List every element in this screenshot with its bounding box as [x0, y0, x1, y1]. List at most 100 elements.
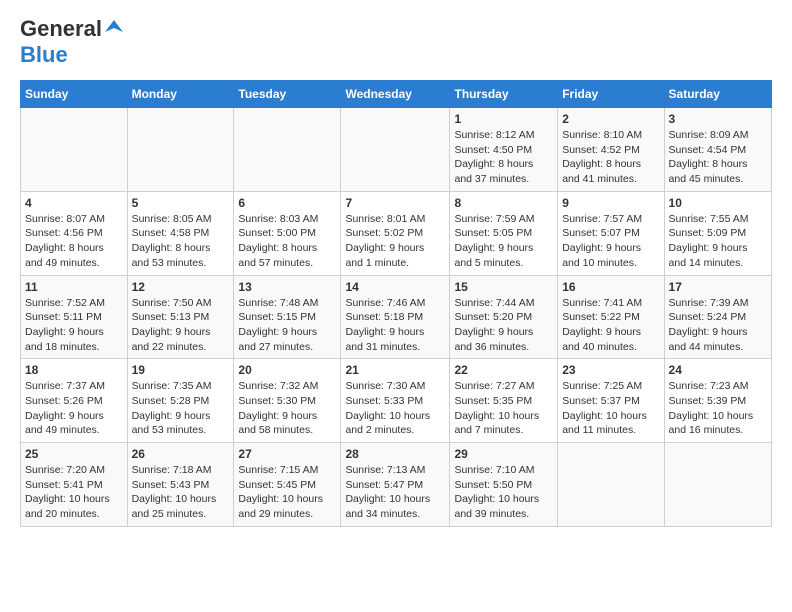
- calendar-cell: 20 Sunrise: 7:32 AM Sunset: 5:30 PM Dayli…: [234, 359, 341, 443]
- week-row-5: 25Sunrise: 7:20 AM Sunset: 5:41 PM Dayli…: [21, 443, 772, 527]
- day-number: 6: [238, 196, 336, 210]
- day-info: Sunrise: 7:50 AM Sunset: 5:13 PM Dayligh…: [132, 296, 230, 355]
- calendar-cell: 3 Sunrise: 8:09 AM Sunset: 4:54 PM Daylig…: [664, 108, 771, 192]
- day-number: 15: [454, 280, 553, 294]
- calendar-cell: 23 Sunrise: 7:25 AM Sunset: 5:37 PM Dayli…: [558, 359, 664, 443]
- day-number: 5: [132, 196, 230, 210]
- day-info: Sunrise: 7:48 AM Sunset: 5:15 PM Dayligh…: [238, 296, 336, 355]
- day-number: 4: [25, 196, 123, 210]
- calendar-cell: 11 Sunrise: 7:52 AM Sunset: 5:11 PM Dayli…: [21, 275, 128, 359]
- logo-general: General: [20, 16, 102, 42]
- day-number: 14: [345, 280, 445, 294]
- calendar-cell: 27Sunrise: 7:15 AM Sunset: 5:45 PM Dayli…: [234, 443, 341, 527]
- day-number: 23: [562, 363, 659, 377]
- logo: General Blue: [20, 16, 123, 68]
- header-thursday: Thursday: [450, 81, 558, 108]
- day-number: 28: [345, 447, 445, 461]
- day-info: Sunrise: 7:35 AM Sunset: 5:28 PM Dayligh…: [132, 379, 230, 438]
- calendar-cell: 15 Sunrise: 7:44 AM Sunset: 5:20 PM Dayli…: [450, 275, 558, 359]
- calendar-cell: 17 Sunrise: 7:39 AM Sunset: 5:24 PM Dayli…: [664, 275, 771, 359]
- calendar-cell: [127, 108, 234, 192]
- calendar-body: 1 Sunrise: 8:12 AM Sunset: 4:50 PM Daylig…: [21, 108, 772, 527]
- header-monday: Monday: [127, 81, 234, 108]
- calendar-cell: 29Sunrise: 7:10 AM Sunset: 5:50 PM Dayli…: [450, 443, 558, 527]
- day-info: Sunrise: 8:03 AM Sunset: 5:00 PM Dayligh…: [238, 212, 336, 271]
- day-number: 12: [132, 280, 230, 294]
- day-number: 7: [345, 196, 445, 210]
- calendar-cell: 26 Sunrise: 7:18 AM Sunset: 5:43 PM Dayli…: [127, 443, 234, 527]
- calendar-header: SundayMondayTuesdayWednesdayThursdayFrid…: [21, 81, 772, 108]
- day-number: 24: [669, 363, 767, 377]
- day-info: Sunrise: 8:05 AM Sunset: 4:58 PM Dayligh…: [132, 212, 230, 271]
- calendar-cell: 2 Sunrise: 8:10 AM Sunset: 4:52 PM Daylig…: [558, 108, 664, 192]
- logo-blue: Blue: [20, 42, 68, 67]
- calendar-cell: 18Sunrise: 7:37 AM Sunset: 5:26 PM Dayli…: [21, 359, 128, 443]
- day-info: Sunrise: 7:52 AM Sunset: 5:11 PM Dayligh…: [25, 296, 123, 355]
- calendar-table: SundayMondayTuesdayWednesdayThursdayFrid…: [20, 80, 772, 527]
- calendar-cell: 16Sunrise: 7:41 AM Sunset: 5:22 PM Dayli…: [558, 275, 664, 359]
- calendar-cell: 8 Sunrise: 7:59 AM Sunset: 5:05 PM Daylig…: [450, 191, 558, 275]
- day-info: Sunrise: 7:46 AM Sunset: 5:18 PM Dayligh…: [345, 296, 445, 355]
- calendar-cell: 10Sunrise: 7:55 AM Sunset: 5:09 PM Dayli…: [664, 191, 771, 275]
- day-number: 18: [25, 363, 123, 377]
- day-info: Sunrise: 7:44 AM Sunset: 5:20 PM Dayligh…: [454, 296, 553, 355]
- day-number: 20: [238, 363, 336, 377]
- week-row-2: 4 Sunrise: 8:07 AM Sunset: 4:56 PM Daylig…: [21, 191, 772, 275]
- day-number: 13: [238, 280, 336, 294]
- header-sunday: Sunday: [21, 81, 128, 108]
- day-info: Sunrise: 7:57 AM Sunset: 5:07 PM Dayligh…: [562, 212, 659, 271]
- header-saturday: Saturday: [664, 81, 771, 108]
- calendar-cell: 22 Sunrise: 7:27 AM Sunset: 5:35 PM Dayli…: [450, 359, 558, 443]
- day-info: Sunrise: 7:32 AM Sunset: 5:30 PM Dayligh…: [238, 379, 336, 438]
- day-number: 8: [454, 196, 553, 210]
- day-number: 11: [25, 280, 123, 294]
- day-info: Sunrise: 7:18 AM Sunset: 5:43 PM Dayligh…: [132, 463, 230, 522]
- day-info: Sunrise: 7:25 AM Sunset: 5:37 PM Dayligh…: [562, 379, 659, 438]
- day-number: 26: [132, 447, 230, 461]
- day-number: 1: [454, 112, 553, 126]
- calendar-cell: 13 Sunrise: 7:48 AM Sunset: 5:15 PM Dayli…: [234, 275, 341, 359]
- calendar-cell: [341, 108, 450, 192]
- day-info: Sunrise: 7:10 AM Sunset: 5:50 PM Dayligh…: [454, 463, 553, 522]
- calendar-cell: [234, 108, 341, 192]
- calendar-cell: 4 Sunrise: 8:07 AM Sunset: 4:56 PM Daylig…: [21, 191, 128, 275]
- week-row-1: 1 Sunrise: 8:12 AM Sunset: 4:50 PM Daylig…: [21, 108, 772, 192]
- calendar-cell: 19 Sunrise: 7:35 AM Sunset: 5:28 PM Dayli…: [127, 359, 234, 443]
- calendar-cell: 6 Sunrise: 8:03 AM Sunset: 5:00 PM Daylig…: [234, 191, 341, 275]
- logo-bird-icon: [105, 18, 123, 41]
- day-number: 2: [562, 112, 659, 126]
- header: General Blue: [20, 16, 772, 68]
- day-info: Sunrise: 8:09 AM Sunset: 4:54 PM Dayligh…: [669, 128, 767, 187]
- day-number: 22: [454, 363, 553, 377]
- header-tuesday: Tuesday: [234, 81, 341, 108]
- day-info: Sunrise: 7:39 AM Sunset: 5:24 PM Dayligh…: [669, 296, 767, 355]
- day-number: 17: [669, 280, 767, 294]
- day-info: Sunrise: 7:23 AM Sunset: 5:39 PM Dayligh…: [669, 379, 767, 438]
- day-info: Sunrise: 7:55 AM Sunset: 5:09 PM Dayligh…: [669, 212, 767, 271]
- header-row: SundayMondayTuesdayWednesdayThursdayFrid…: [21, 81, 772, 108]
- week-row-4: 18Sunrise: 7:37 AM Sunset: 5:26 PM Dayli…: [21, 359, 772, 443]
- day-info: Sunrise: 7:59 AM Sunset: 5:05 PM Dayligh…: [454, 212, 553, 271]
- day-info: Sunrise: 8:10 AM Sunset: 4:52 PM Dayligh…: [562, 128, 659, 187]
- day-number: 9: [562, 196, 659, 210]
- day-number: 19: [132, 363, 230, 377]
- week-row-3: 11 Sunrise: 7:52 AM Sunset: 5:11 PM Dayli…: [21, 275, 772, 359]
- day-info: Sunrise: 7:20 AM Sunset: 5:41 PM Dayligh…: [25, 463, 123, 522]
- calendar-cell: 21 Sunrise: 7:30 AM Sunset: 5:33 PM Dayli…: [341, 359, 450, 443]
- header-wednesday: Wednesday: [341, 81, 450, 108]
- day-info: Sunrise: 7:27 AM Sunset: 5:35 PM Dayligh…: [454, 379, 553, 438]
- day-info: Sunrise: 8:07 AM Sunset: 4:56 PM Dayligh…: [25, 212, 123, 271]
- day-info: Sunrise: 8:01 AM Sunset: 5:02 PM Dayligh…: [345, 212, 445, 271]
- calendar-cell: 9 Sunrise: 7:57 AM Sunset: 5:07 PM Daylig…: [558, 191, 664, 275]
- calendar-cell: 1 Sunrise: 8:12 AM Sunset: 4:50 PM Daylig…: [450, 108, 558, 192]
- header-friday: Friday: [558, 81, 664, 108]
- day-info: Sunrise: 7:41 AM Sunset: 5:22 PM Dayligh…: [562, 296, 659, 355]
- calendar-cell: 24 Sunrise: 7:23 AM Sunset: 5:39 PM Dayli…: [664, 359, 771, 443]
- day-info: Sunrise: 7:30 AM Sunset: 5:33 PM Dayligh…: [345, 379, 445, 438]
- day-number: 3: [669, 112, 767, 126]
- calendar-cell: 12 Sunrise: 7:50 AM Sunset: 5:13 PM Dayli…: [127, 275, 234, 359]
- calendar-cell: [21, 108, 128, 192]
- calendar-cell: [664, 443, 771, 527]
- day-info: Sunrise: 8:12 AM Sunset: 4:50 PM Dayligh…: [454, 128, 553, 187]
- day-number: 21: [345, 363, 445, 377]
